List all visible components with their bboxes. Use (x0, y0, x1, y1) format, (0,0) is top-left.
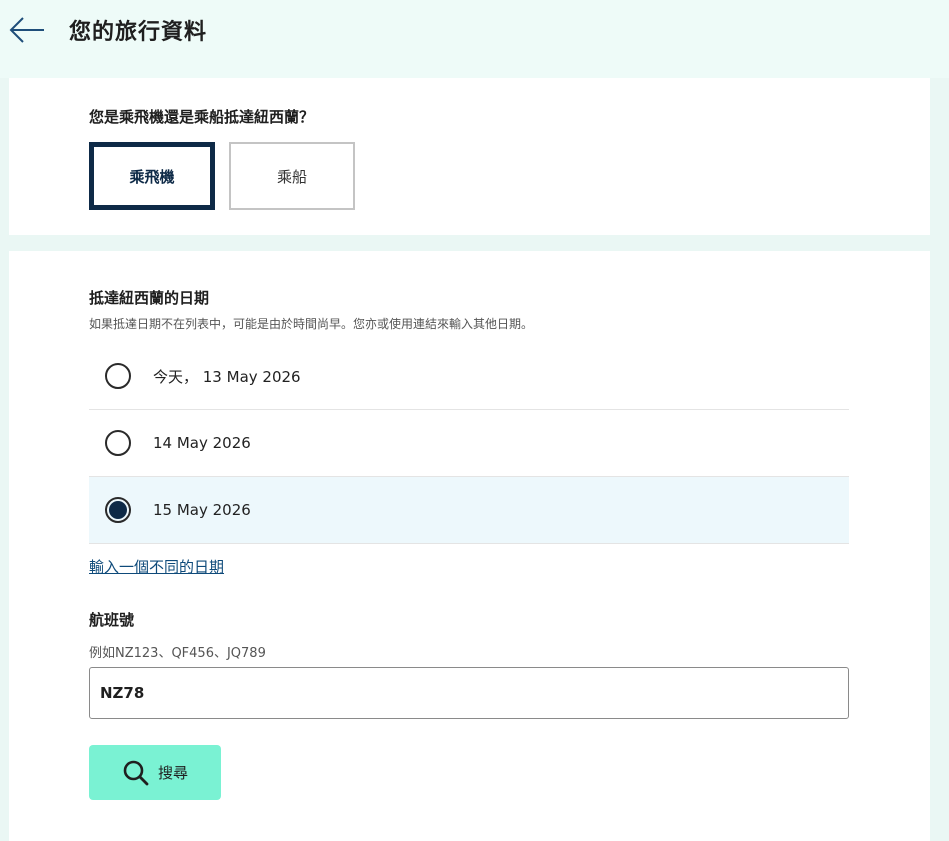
flight-number-hint: 例如NZ123、QF456、JQ789 (89, 646, 266, 661)
mode-option-label: 乘飛機 (129, 167, 175, 186)
trip-details-card: 抵達紐西蘭的日期 如果抵達日期不在列表中，可能是由於時間尚早。您亦或使用連結來輸… (9, 251, 930, 841)
arrival-date-label: 抵達紐西蘭的日期 (89, 289, 210, 307)
arrival-date-hint: 如果抵達日期不在列表中，可能是由於時間尚早。您亦或使用連結來輸入其他日期。 (89, 317, 534, 331)
arrival-mode-question: 您是乘飛機還是乘船抵達紐西蘭？ (89, 108, 315, 126)
date-option-label: 今天， 13 May 2026 (153, 367, 301, 386)
date-option-15-may[interactable]: 15 May 2026 (89, 477, 849, 544)
date-option-label: 14 May 2026 (153, 434, 251, 452)
search-button-label: 搜尋 (157, 764, 188, 782)
radio-checked-icon[interactable] (105, 497, 131, 523)
search-icon (123, 760, 149, 785)
flight-number-input[interactable] (89, 667, 849, 719)
back-button[interactable] (8, 14, 48, 46)
date-option-label: 15 May 2026 (153, 501, 251, 519)
arrival-mode-card: 您是乘飛機還是乘船抵達紐西蘭？ 乘飛機 乘船 (9, 78, 930, 235)
mode-option-plane[interactable]: 乘飛機 (89, 142, 215, 210)
flight-number-label: 航班號 (89, 611, 135, 629)
different-date-link[interactable]: 輸入一個不同的日期 (89, 556, 224, 577)
date-option-13-may[interactable]: 今天， 13 May 2026 (89, 343, 849, 410)
radio-unchecked-icon[interactable] (105, 363, 131, 389)
back-arrow-icon (9, 17, 44, 43)
mode-option-ship[interactable]: 乘船 (229, 142, 355, 210)
radio-unchecked-icon[interactable] (105, 430, 131, 456)
search-button[interactable]: 搜尋 (89, 745, 221, 800)
page-title: 您的旅行資料 (69, 20, 208, 45)
date-option-14-may[interactable]: 14 May 2026 (89, 410, 849, 477)
header-bar: 您的旅行資料 (0, 0, 949, 78)
mode-option-label: 乘船 (276, 167, 307, 186)
